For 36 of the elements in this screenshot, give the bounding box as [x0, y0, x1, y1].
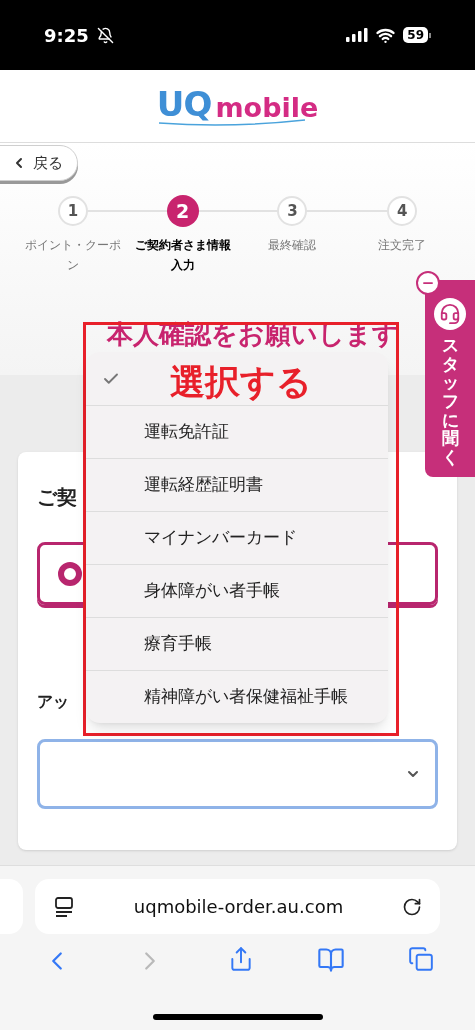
dropdown-option[interactable]: 運転経歴証明書	[86, 458, 388, 511]
reload-icon[interactable]	[402, 896, 422, 917]
option-label: 身体障がい者手帳	[144, 579, 280, 603]
option-label: 療育手帳	[144, 632, 212, 656]
reader-icon[interactable]	[53, 895, 75, 918]
option-label: 運転経歴証明書	[144, 473, 263, 497]
step-label: ご契約者さま情報入力	[133, 237, 232, 274]
step-label: 注文完了	[377, 237, 428, 254]
annotation-text: 選択する	[170, 361, 312, 404]
radio-button[interactable]	[58, 561, 82, 586]
dropdown-option[interactable]: 身体障がい者手帳	[86, 564, 388, 617]
select-field[interactable]	[37, 739, 438, 809]
bell-off-icon	[96, 26, 114, 44]
step-label: 最終確認	[267, 237, 318, 254]
field-label: アッ	[37, 691, 69, 713]
back-button[interactable]: 戻る	[0, 145, 78, 181]
bookmarks-icon[interactable]	[316, 946, 345, 974]
option-label: 運転免許証	[144, 420, 229, 444]
card-title: ご契	[37, 484, 77, 511]
step-label: ポイント・クーポン	[23, 237, 122, 274]
url-text: uqmobile-order.au.com	[133, 895, 344, 919]
battery-level: 59	[403, 27, 428, 43]
avatar-icon	[434, 298, 466, 330]
signal-icon	[346, 28, 369, 42]
option-label: 精神障がい者保健福祉手帳	[144, 685, 348, 709]
dropdown-option[interactable]: マイナンバーカード	[86, 511, 388, 564]
dropdown-option[interactable]: 精神障がい者保健福祉手帳	[86, 670, 388, 723]
staff-tab[interactable]: スタッフに聞く	[425, 280, 475, 477]
tabs-icon[interactable]	[407, 946, 434, 972]
dropdown-option[interactable]: 療育手帳	[86, 617, 388, 670]
uq-mobile-logo: UQ mobile	[156, 87, 319, 125]
status-time: 9:25	[44, 23, 89, 48]
option-label: マイナンバーカード	[144, 526, 297, 550]
staff-tab-label: スタッフに聞く	[441, 336, 459, 467]
dropdown-option[interactable]: 運転免許証	[86, 405, 388, 458]
address-bar[interactable]: uqmobile-order.au.com	[35, 879, 440, 934]
